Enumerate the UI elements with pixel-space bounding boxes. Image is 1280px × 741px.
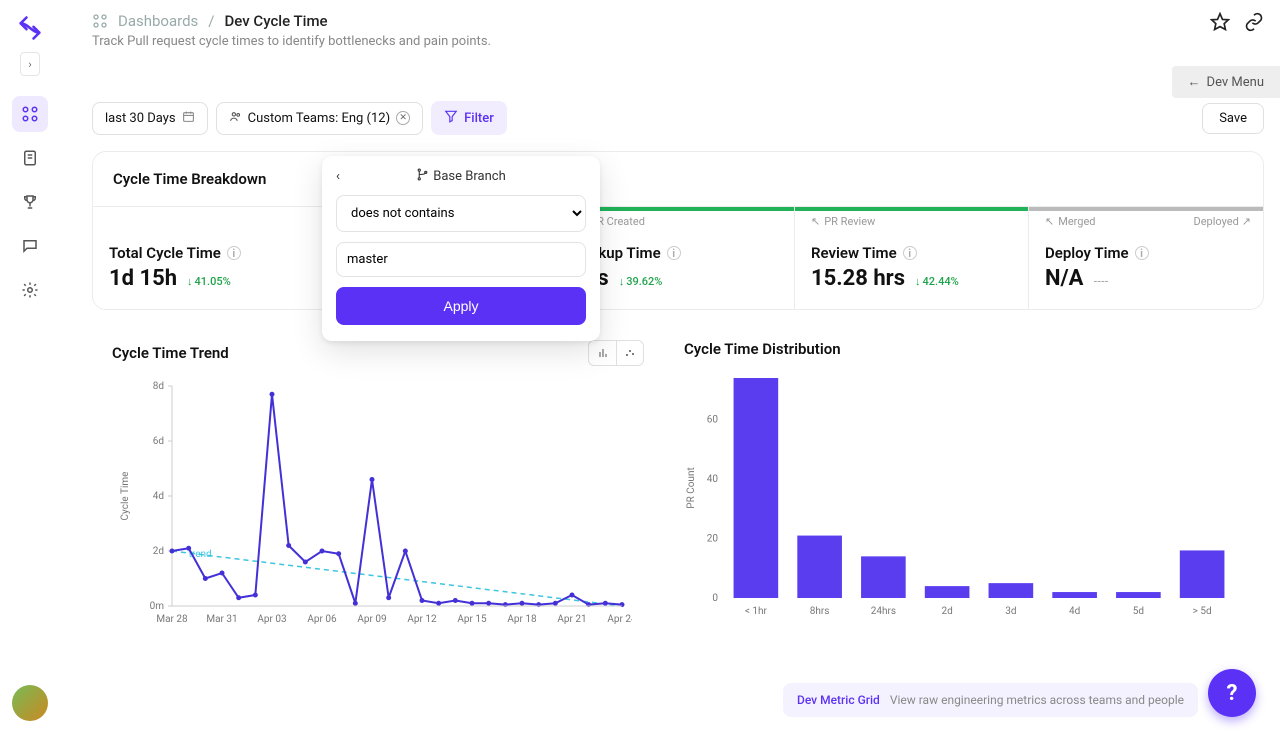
save-button[interactable]: Save bbox=[1202, 103, 1264, 134]
svg-text:40: 40 bbox=[707, 474, 719, 485]
svg-text:24hrs: 24hrs bbox=[871, 606, 896, 617]
calendar-icon bbox=[182, 110, 195, 127]
deploy-value: N/A bbox=[1045, 266, 1083, 291]
nav-chat[interactable] bbox=[12, 228, 48, 264]
filter-button[interactable]: Filter bbox=[431, 101, 507, 135]
arrow-left-icon: ← bbox=[1188, 74, 1201, 90]
filter-popover: ‹ Base Branch does not contains Apply bbox=[322, 156, 600, 341]
svg-text:Apr 09: Apr 09 bbox=[357, 614, 386, 625]
review-label: Review Time bbox=[811, 244, 897, 262]
svg-text:8hrs: 8hrs bbox=[810, 606, 830, 617]
svg-text:Apr 03: Apr 03 bbox=[257, 614, 286, 625]
svg-text:Apr 18: Apr 18 bbox=[507, 614, 537, 625]
trend-chart: 0m2d4d6d8dCycle TimetrendMar 28Mar 31Apr… bbox=[112, 376, 644, 640]
svg-text:Apr 21: Apr 21 bbox=[557, 614, 586, 625]
user-avatar[interactable] bbox=[12, 685, 48, 721]
svg-text:20: 20 bbox=[707, 534, 719, 545]
svg-text:> 5d: > 5d bbox=[1193, 606, 1212, 617]
arrow-ne-icon: ↗ bbox=[1242, 215, 1251, 228]
info-icon[interactable]: i bbox=[903, 246, 917, 260]
dist-chart: 0 20 40 60 PR Count < 1hr 8hrs 24hrs 2d 3d 4d 5d > 5… bbox=[684, 368, 1244, 632]
total-cycle-label: Total Cycle Time bbox=[109, 244, 221, 262]
favorite-icon[interactable] bbox=[1210, 12, 1230, 36]
info-icon[interactable]: i bbox=[667, 246, 681, 260]
page-subtitle: Track Pull request cycle times to identi… bbox=[92, 34, 491, 49]
dist-chart-title: Cycle Time Distribution bbox=[684, 340, 841, 358]
svg-text:Apr 15: Apr 15 bbox=[457, 614, 487, 625]
branch-value-input[interactable] bbox=[336, 242, 586, 277]
svg-text:Cycle Time: Cycle Time bbox=[120, 472, 131, 521]
svg-text:Apr 12: Apr 12 bbox=[407, 614, 437, 625]
breadcrumb: Dashboards / Dev Cycle Time bbox=[92, 12, 491, 30]
branch-icon bbox=[416, 168, 429, 185]
svg-text:2d: 2d bbox=[153, 546, 164, 557]
footer-tip: Dev Metric Grid View raw engineering met… bbox=[783, 683, 1198, 717]
info-icon[interactable]: i bbox=[227, 246, 241, 260]
help-fab[interactable]: ? bbox=[1208, 669, 1256, 717]
nav-dashboards[interactable] bbox=[12, 96, 48, 132]
dev-metric-grid-link[interactable]: Dev Metric Grid bbox=[797, 693, 880, 707]
popover-title: Base Branch bbox=[433, 169, 505, 184]
svg-text:Apr 24: Apr 24 bbox=[607, 614, 632, 625]
arrow-down-icon: ↓ bbox=[915, 275, 921, 288]
chart-view-scatter[interactable] bbox=[616, 340, 644, 366]
nav-docs[interactable] bbox=[12, 140, 48, 176]
svg-text:< 1hr: < 1hr bbox=[745, 606, 768, 617]
date-range-pill[interactable]: last 30 Days bbox=[92, 102, 208, 135]
svg-text:5d: 5d bbox=[1133, 606, 1144, 617]
share-link-icon[interactable] bbox=[1244, 12, 1264, 36]
arrow-down-icon: ↓ bbox=[619, 275, 625, 288]
apply-button[interactable]: Apply bbox=[336, 287, 586, 325]
svg-text:6d: 6d bbox=[153, 436, 164, 447]
team-filter-pill[interactable]: Custom Teams: Eng (12) ✕ bbox=[216, 102, 424, 135]
svg-text:Mar 28: Mar 28 bbox=[156, 614, 188, 625]
expand-rail-button[interactable]: › bbox=[20, 52, 40, 76]
footer-tip-text: View raw engineering metrics across team… bbox=[890, 693, 1184, 707]
svg-text:2d: 2d bbox=[941, 606, 952, 617]
clear-team-icon[interactable]: ✕ bbox=[396, 111, 410, 125]
review-value: 15.28 hrs bbox=[811, 266, 905, 291]
svg-text:PR Count: PR Count bbox=[686, 467, 697, 508]
app-logo-icon bbox=[14, 12, 46, 44]
arrow-down-icon: ↓ bbox=[187, 275, 193, 288]
svg-text:Apr 06: Apr 06 bbox=[307, 614, 337, 625]
svg-text:60: 60 bbox=[707, 415, 719, 426]
operator-select[interactable]: does not contains bbox=[336, 195, 586, 232]
total-cycle-value: 1d 15h bbox=[109, 266, 177, 291]
trend-chart-title: Cycle Time Trend bbox=[112, 344, 229, 362]
funnel-icon bbox=[444, 109, 458, 127]
breadcrumb-root[interactable]: Dashboards bbox=[118, 12, 198, 30]
svg-text:0m: 0m bbox=[150, 601, 165, 612]
svg-text:8d: 8d bbox=[153, 381, 164, 392]
arrow-nw-icon: ↖ bbox=[811, 215, 820, 228]
breadcrumb-current: Dev Cycle Time bbox=[225, 12, 328, 30]
nav-settings[interactable] bbox=[12, 272, 48, 308]
arrow-nw-icon: ↖ bbox=[1045, 215, 1054, 228]
cycle-breakdown-card: Cycle Time Breakdown Total Cycle Time i 1… bbox=[92, 151, 1264, 310]
chart-view-bars[interactable] bbox=[588, 340, 616, 366]
deploy-label: Deploy Time bbox=[1045, 244, 1129, 262]
people-icon bbox=[229, 110, 242, 127]
svg-text:0: 0 bbox=[712, 593, 718, 604]
info-icon[interactable]: i bbox=[1135, 246, 1149, 260]
svg-text:4d: 4d bbox=[153, 491, 164, 502]
card-title: Cycle Time Breakdown bbox=[93, 152, 1263, 206]
nav-trophy[interactable] bbox=[12, 184, 48, 220]
dev-menu-button[interactable]: ← Dev Menu bbox=[1172, 66, 1280, 98]
svg-text:Mar 31: Mar 31 bbox=[206, 614, 237, 625]
side-rail: › bbox=[0, 0, 60, 741]
svg-text:4d: 4d bbox=[1069, 606, 1080, 617]
svg-text:3d: 3d bbox=[1005, 606, 1016, 617]
popover-back-icon[interactable]: ‹ bbox=[336, 169, 340, 184]
